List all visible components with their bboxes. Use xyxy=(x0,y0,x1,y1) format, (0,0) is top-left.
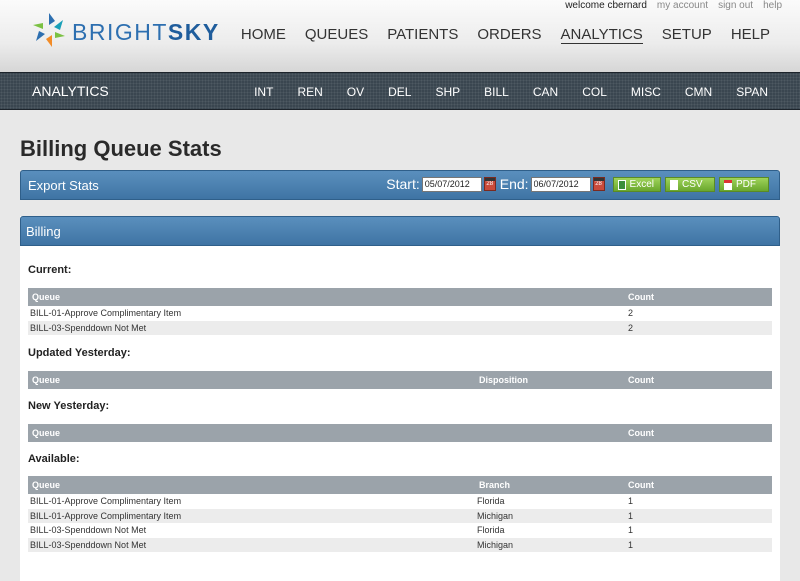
subnav-ren[interactable]: REN xyxy=(297,85,322,99)
count-cell: 2 xyxy=(624,320,772,335)
new-yesterday-table: Queue Count xyxy=(28,424,772,442)
col-queue: Queue xyxy=(28,476,475,494)
count-cell: 1 xyxy=(628,496,634,507)
export-stats-label: Export Stats xyxy=(28,178,99,193)
branch-cell: Florida xyxy=(477,496,505,507)
start-calendar-icon[interactable]: 28 xyxy=(483,177,496,191)
current-heading: Current: xyxy=(28,264,72,276)
user-links: welcome cbernard my account sign out hel… xyxy=(565,0,782,11)
queue-cell: BILL-01-Approve Complimentary Item xyxy=(28,508,475,523)
updated-yesterday-heading: Updated Yesterday: xyxy=(28,347,131,359)
start-date-input[interactable] xyxy=(421,176,482,192)
end-label: End: xyxy=(499,176,529,192)
brand-name-light: BRIGHT xyxy=(72,19,168,45)
csv-label: CSV xyxy=(682,179,703,190)
current-table: Queue Count BILL-01-Approve Complimentar… xyxy=(28,288,772,335)
col-disposition: Disposition xyxy=(475,371,624,389)
end-date-input[interactable] xyxy=(530,176,591,192)
subnav-shp[interactable]: SHP xyxy=(435,85,460,99)
col-queue: Queue xyxy=(28,424,624,442)
count-cell: 2 xyxy=(628,308,634,319)
start-label: Start: xyxy=(386,176,420,192)
table-row: BILL-01-Approve Complimentary Item 2 xyxy=(28,306,772,321)
header: BRIGHTSKY welcome cbernard my account si… xyxy=(0,0,800,72)
col-branch: Branch xyxy=(475,476,624,494)
count-cell: 1 xyxy=(624,537,772,552)
export-pdf-button[interactable]: PDF xyxy=(719,176,769,192)
nav-orders[interactable]: ORDERS xyxy=(477,26,541,44)
col-count: Count xyxy=(624,424,772,442)
subnav-int[interactable]: INT xyxy=(254,85,273,99)
queue-cell: BILL-01-Approve Complimentary Item xyxy=(30,308,182,319)
subnav-title: ANALYTICS xyxy=(32,83,109,99)
updated-yesterday-table: Queue Disposition Count xyxy=(28,371,772,389)
subnav-del[interactable]: DEL xyxy=(388,85,411,99)
count-cell: 1 xyxy=(624,508,772,523)
subnav-can[interactable]: CAN xyxy=(533,85,558,99)
export-controls: Start: 28 End: 28 Excel CSV PDF xyxy=(386,176,769,192)
table-header: Queue Count xyxy=(28,424,772,442)
queue-cell: BILL-03-Spenddown Not Met xyxy=(30,525,147,536)
table-header: Queue Count xyxy=(28,288,772,306)
table-row: BILL-03-Spenddown Not Met Michigan 1 xyxy=(28,537,772,552)
col-queue: Queue xyxy=(28,371,475,389)
billing-title: Billing xyxy=(26,224,61,239)
brand-name: BRIGHTSKY xyxy=(72,19,220,46)
subnav-ov[interactable]: OV xyxy=(347,85,364,99)
table-row: BILL-01-Approve Complimentary Item Flori… xyxy=(28,494,772,509)
export-excel-button[interactable]: Excel xyxy=(612,176,661,192)
col-queue: Queue xyxy=(28,288,624,306)
col-count: Count xyxy=(624,288,772,306)
available-table: Queue Branch Count BILL-01-Approve Compl… xyxy=(28,476,772,552)
subnav-cmn[interactable]: CMN xyxy=(685,85,712,99)
billing-panel: Billing Current: Queue Count BILL-01-App… xyxy=(20,216,780,581)
queue-cell: BILL-03-Spenddown Not Met xyxy=(28,320,624,335)
brightsky-logo[interactable]: BRIGHTSKY xyxy=(30,11,218,51)
page-title: Billing Queue Stats xyxy=(20,136,222,161)
subnav-bill[interactable]: BILL xyxy=(484,85,509,99)
my-account-link[interactable]: my account xyxy=(657,0,708,11)
subnav-span[interactable]: SPAN xyxy=(736,85,768,99)
sign-out-link[interactable]: sign out xyxy=(718,0,753,11)
nav-setup[interactable]: SETUP xyxy=(662,26,712,44)
help-link[interactable]: help xyxy=(763,0,782,11)
table-row: BILL-01-Approve Complimentary Item Michi… xyxy=(28,508,772,523)
nav-home[interactable]: HOME xyxy=(241,26,286,44)
export-stats-bar: Export Stats Start: 28 End: 28 Excel CSV… xyxy=(20,170,780,200)
new-yesterday-heading: New Yesterday: xyxy=(28,400,110,412)
nav-help[interactable]: HELP xyxy=(731,26,770,44)
logo-icon xyxy=(33,13,65,47)
pdf-label: PDF xyxy=(736,179,756,190)
nav-analytics[interactable]: ANALYTICS xyxy=(560,26,643,44)
table-row: BILL-03-Spenddown Not Met 2 xyxy=(28,320,772,335)
subnav-misc[interactable]: MISC xyxy=(631,85,661,99)
nav-queues[interactable]: QUEUES xyxy=(305,26,368,44)
queue-cell: BILL-03-Spenddown Not Met xyxy=(28,537,475,552)
branch-cell: Michigan xyxy=(475,537,624,552)
pdf-file-icon xyxy=(724,179,732,190)
excel-icon xyxy=(617,179,626,190)
welcome-text: welcome cbernard xyxy=(565,0,647,11)
queue-cell: BILL-01-Approve Complimentary Item xyxy=(30,496,182,507)
col-count: Count xyxy=(624,371,772,389)
export-csv-button[interactable]: CSV xyxy=(665,176,715,192)
brand-name-bold: SKY xyxy=(167,19,220,45)
billing-panel-header: Billing xyxy=(20,216,780,246)
excel-label: Excel xyxy=(629,179,654,190)
available-heading: Available: xyxy=(28,453,80,465)
subnav-col[interactable]: COL xyxy=(582,85,607,99)
nav-patients[interactable]: PATIENTS xyxy=(387,26,458,44)
count-cell: 1 xyxy=(628,525,634,536)
analytics-subnav: ANALYTICS INT REN OV DEL SHP BILL CAN CO… xyxy=(0,72,800,110)
table-row: BILL-03-Spenddown Not Met Florida 1 xyxy=(28,523,772,538)
branch-cell: Michigan xyxy=(475,508,624,523)
col-count: Count xyxy=(624,476,772,494)
main-nav: HOME QUEUES PATIENTS ORDERS ANALYTICS SE… xyxy=(241,26,770,44)
end-calendar-icon[interactable]: 28 xyxy=(592,177,605,191)
table-header: Queue Disposition Count xyxy=(28,371,772,389)
table-header: Queue Branch Count xyxy=(28,476,772,494)
branch-cell: Florida xyxy=(477,525,505,536)
csv-file-icon xyxy=(670,179,678,190)
subnav-items: INT REN OV DEL SHP BILL CAN COL MISC CMN… xyxy=(230,85,768,99)
